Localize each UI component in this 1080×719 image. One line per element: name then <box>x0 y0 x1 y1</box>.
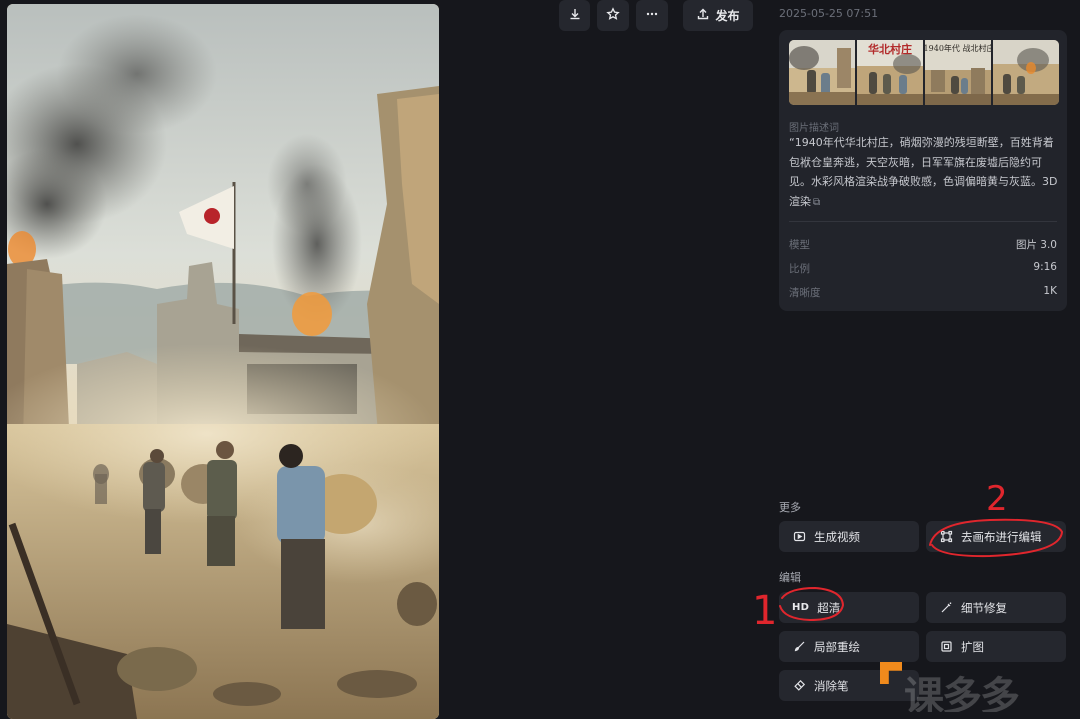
description-body: “1940年代华北村庄，硝烟弥漫的残垣断壁，百姓背着包袱仓皇奔逃，天空灰暗，日军… <box>789 136 1058 208</box>
generated-image[interactable] <box>7 4 439 719</box>
divider <box>789 221 1057 222</box>
eraser-button[interactable]: 消除笔 <box>779 670 919 701</box>
more-options-button[interactable] <box>636 0 668 31</box>
star-icon <box>606 7 620 24</box>
brush-icon <box>792 640 806 654</box>
download-icon <box>568 7 582 24</box>
generate-video-label: 生成视频 <box>814 529 860 544</box>
thumbnail-2-title: 华北村庄 <box>868 42 912 56</box>
more-icon <box>645 7 659 24</box>
param-model-value: 图片 3.0 <box>1015 239 1057 251</box>
video-icon <box>792 530 806 544</box>
eraser-label: 消除笔 <box>814 678 849 693</box>
inpaint-label: 局部重绘 <box>814 639 860 654</box>
param-ratio-key: 比例 <box>789 263 810 275</box>
watermark-text: 课多多 <box>904 674 1020 712</box>
param-model-key: 模型 <box>789 239 810 251</box>
thumbnail-3-title: 1940年代 战北村庄 <box>925 43 991 53</box>
download-button[interactable] <box>559 0 590 31</box>
canvas-edit-label: 去画布进行编辑 <box>961 529 1042 544</box>
annotation-number-2: 2 <box>986 479 1008 519</box>
thumbnail-4[interactable] <box>993 40 1059 105</box>
generate-video-button[interactable]: 生成视频 <box>779 521 919 552</box>
upscale-label: 超清 <box>817 600 841 615</box>
description-label: 图片描述词 <box>789 123 839 134</box>
upscale-button[interactable]: HD 超清 <box>779 592 919 623</box>
more-section-label: 更多 <box>779 501 801 514</box>
upload-icon <box>696 7 710 24</box>
param-ratio-value: 9:16 <box>1033 261 1057 273</box>
param-resolution-key: 清晰度 <box>789 287 821 299</box>
thumbnail-1[interactable] <box>789 40 855 105</box>
canvas-edit-button[interactable]: 去画布进行编辑 <box>926 521 1066 552</box>
thumbnail-3[interactable]: 1940年代 战北村庄 <box>925 40 991 105</box>
image-detail-page: 发布 2025-05-25 07:51 华北村庄 1940年代 战北村庄 图片描… <box>0 0 1080 719</box>
publish-label: 发布 <box>715 9 740 23</box>
hd-icon: HD <box>792 602 810 613</box>
detail-fix-label: 细节修复 <box>961 600 1007 615</box>
inpaint-button[interactable]: 局部重绘 <box>779 631 919 662</box>
canvas-crop-icon <box>939 530 953 544</box>
thumbnail-strip: 华北村庄 1940年代 战北村庄 <box>789 40 1059 105</box>
eraser-icon <box>792 679 806 693</box>
magic-wand-icon <box>939 601 953 615</box>
copy-icon[interactable]: ⧉ <box>813 197 820 208</box>
detail-fix-button[interactable]: 细节修复 <box>926 592 1066 623</box>
creation-date: 2025-05-25 07:51 <box>779 7 879 20</box>
war-village-painting <box>7 4 439 719</box>
annotation-number-1: 1 <box>752 588 777 634</box>
image-info-card: 华北村庄 1940年代 战北村庄 图片描述词 “1940年代华北村庄，硝烟弥漫的… <box>779 30 1067 311</box>
expand-icon <box>939 640 953 654</box>
thumbnail-2[interactable]: 华北村庄 <box>857 40 923 105</box>
outpaint-button[interactable]: 扩图 <box>926 631 1066 662</box>
publish-button[interactable]: 发布 <box>683 0 753 31</box>
description-text: “1940年代华北村庄，硝烟弥漫的残垣断壁，百姓背着包袱仓皇奔逃，天空灰暗，日军… <box>789 133 1059 212</box>
param-resolution: 清晰度 1K <box>789 285 1057 301</box>
edit-section-label: 编辑 <box>779 571 801 584</box>
param-resolution-value: 1K <box>1043 285 1057 297</box>
outpaint-label: 扩图 <box>961 639 984 654</box>
favorite-button[interactable] <box>597 0 629 31</box>
param-ratio: 比例 9:16 <box>789 261 1057 277</box>
param-model: 模型 图片 3.0 <box>789 237 1057 253</box>
